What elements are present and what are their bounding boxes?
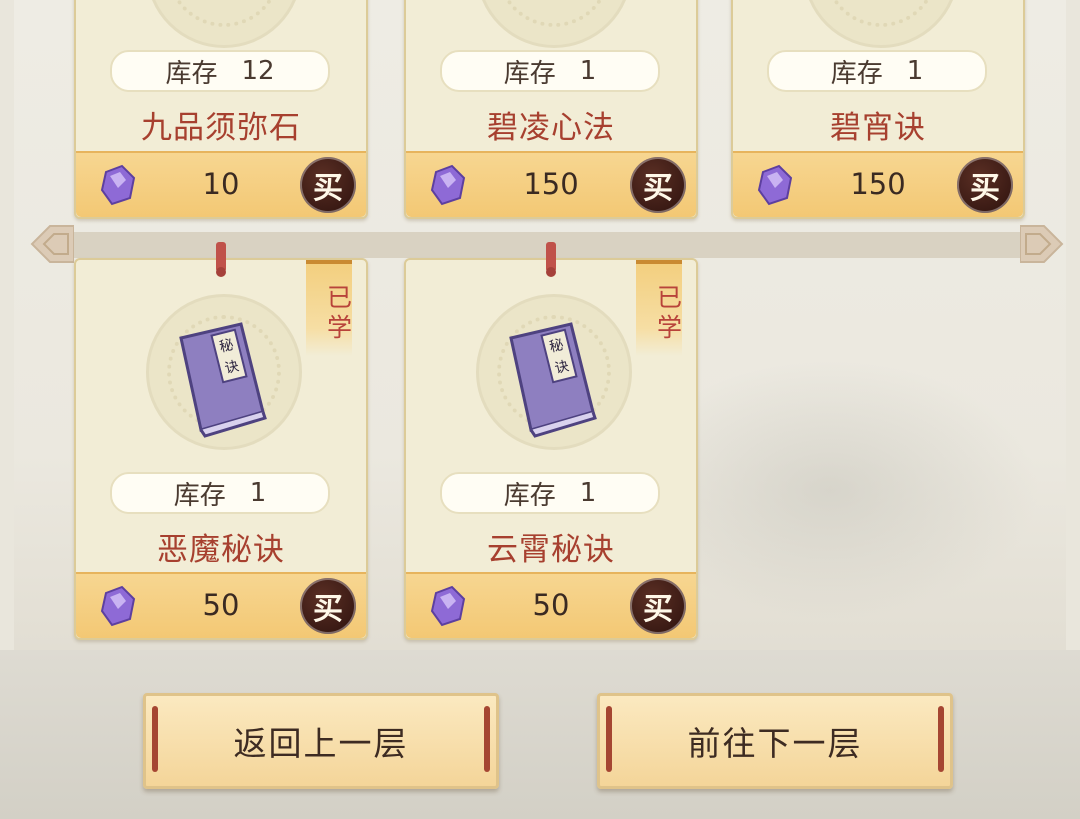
shelf-cap-right-icon [1020, 225, 1064, 263]
item-emblem [476, 0, 632, 48]
stock-label: 库存 [503, 480, 556, 511]
stock-count: 12 [241, 56, 275, 86]
price-bar: 50 买 [406, 572, 696, 638]
item-price: 50 [202, 588, 240, 622]
scroll-rod-left [152, 706, 158, 772]
stock-label: 库存 [165, 58, 218, 89]
learned-ribbon: 已 学 [306, 260, 352, 356]
next-floor-label: 前往下一层 [687, 724, 863, 763]
stock-label: 库存 [503, 58, 556, 89]
item-price: 150 [850, 167, 906, 201]
item-image-area [406, 0, 696, 52]
stock-label: 库存 [173, 480, 226, 511]
shop-item-card[interactable]: 秘 诀 已 学 库存 1 云霄秘诀 50 买 [404, 242, 698, 640]
shop-item-card[interactable]: 库存 12 九品须弥石 10 买 [74, 0, 368, 219]
price-bar: 50 买 [76, 572, 366, 638]
item-emblem [146, 0, 302, 48]
stock-label: 库存 [830, 58, 883, 89]
next-floor-button[interactable]: 前往下一层 [597, 693, 953, 789]
buy-button[interactable]: 买 [300, 157, 356, 213]
item-image-area [76, 0, 366, 52]
stock-badge: 库存 1 [440, 472, 660, 514]
prev-floor-label: 返回上一层 [233, 724, 409, 763]
item-name: 云霄秘诀 [487, 532, 615, 568]
stock-count: 1 [579, 478, 597, 508]
buy-button[interactable]: 买 [300, 578, 356, 634]
item-image-area: 秘 诀 已 学 [76, 260, 366, 460]
shop-item-card[interactable]: 库存 1 碧凌心法 150 买 [404, 0, 698, 219]
item-image-area: 秘 诀 已 学 [406, 260, 696, 460]
stock-badge: 库存 1 [767, 50, 987, 92]
learned-char-2: 学 [656, 313, 682, 342]
item-name: 碧宵诀 [830, 110, 926, 146]
secret-book-icon: 秘 诀 [179, 322, 267, 438]
item-name: 九品须弥石 [141, 110, 301, 146]
item-price: 10 [202, 167, 240, 201]
secret-book-icon: 秘 诀 [509, 322, 597, 438]
price-bar: 150 买 [406, 151, 696, 217]
learned-ribbon: 已 学 [636, 260, 682, 356]
shop-item-card[interactable]: 库存 1 碧宵诀 150 买 [731, 0, 1025, 219]
stock-count: 1 [249, 478, 267, 508]
buy-button[interactable]: 买 [957, 157, 1013, 213]
item-price: 50 [532, 588, 570, 622]
price-bar: 10 买 [76, 151, 366, 217]
shelf-cap-left-icon [30, 225, 74, 263]
item-name: 恶魔秘诀 [157, 532, 285, 568]
stock-badge: 库存 12 [110, 50, 330, 92]
learned-char-1: 已 [656, 283, 682, 312]
scroll-rod-left [606, 706, 612, 772]
scroll-rod-right [484, 706, 490, 772]
stock-count: 1 [906, 56, 924, 86]
buy-button[interactable]: 买 [630, 157, 686, 213]
stock-badge: 库存 1 [110, 472, 330, 514]
item-name: 碧凌心法 [487, 110, 615, 146]
learned-char-2: 学 [326, 313, 352, 342]
stock-badge: 库存 1 [440, 50, 660, 92]
scroll-rod-right [938, 706, 944, 772]
price-bar: 150 买 [733, 151, 1023, 217]
prev-floor-button[interactable]: 返回上一层 [143, 693, 499, 789]
shop-item-card[interactable]: 秘 诀 已 学 库存 1 恶魔秘诀 50 买 [74, 242, 368, 640]
item-image-area [733, 0, 1023, 52]
learned-char-1: 已 [326, 283, 352, 312]
stock-count: 1 [579, 56, 597, 86]
buy-button[interactable]: 买 [630, 578, 686, 634]
item-price: 150 [523, 167, 579, 201]
item-emblem [803, 0, 959, 48]
